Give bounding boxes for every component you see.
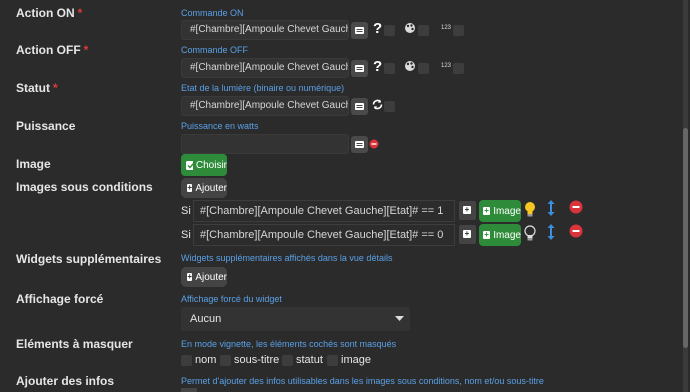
cond-row-2-image-button[interactable]: + Image (479, 224, 521, 246)
action-off-label: Action OFF * (16, 43, 89, 57)
widgets-label: Widgets supplémentaires (16, 252, 162, 266)
plus-icon: + (483, 230, 491, 239)
masquer-help: En mode vignette, les éléments cochés so… (181, 339, 397, 349)
cond-row-2-expression-input[interactable]: #[Chambre][Ampoule Chevet Gauche][Etat]#… (193, 224, 455, 246)
statut-select-cmd-button[interactable] (351, 98, 368, 115)
cond-row-1-move-icon[interactable] (547, 200, 555, 219)
choose-image-button[interactable]: Choisir (181, 154, 227, 176)
hide-sous-titre-checkbox[interactable] (220, 355, 231, 366)
list-icon (355, 27, 364, 34)
images-cond-label: Images sous conditions (16, 180, 153, 194)
action-on-checkbox[interactable] (384, 25, 395, 36)
cond-row-1-expression-input[interactable]: #[Chambre][Ampoule Chevet Gauche][Etat]#… (193, 200, 455, 222)
action-on-input[interactable]: #[Chambre][Ampoule Chevet Gauche][On]# (181, 20, 349, 40)
affichage-select[interactable]: Aucun (181, 307, 410, 331)
scrollbar-thumb[interactable] (683, 128, 688, 348)
caret-down-icon (395, 316, 404, 321)
action-off-numeric-checkbox[interactable] (453, 63, 464, 74)
action-off-numeric-icon[interactable]: 123 (441, 63, 451, 69)
statut-help: Etat de la lumière (binaire ou numérique… (181, 83, 345, 93)
puissance-input[interactable] (181, 134, 349, 154)
cond-row-1-image-button[interactable]: + Image (479, 200, 521, 222)
action-on-help-icon[interactable]: ? (373, 20, 382, 37)
check-square-icon (186, 160, 193, 170)
action-off-palette-checkbox[interactable] (418, 63, 429, 74)
add-condition-label: Ajouter (195, 182, 227, 194)
affichage-label: Affichage forcé (16, 292, 104, 306)
action-on-numeric-checkbox[interactable] (453, 25, 464, 36)
statut-input[interactable]: #[Chambre][Ampoule Chevet Gauche][Etat] (181, 96, 349, 116)
add-condition-button[interactable]: + Ajouter (181, 178, 227, 198)
cond-row-2-si: Si (181, 229, 191, 241)
action-off-input[interactable]: #[Chambre][Ampoule Chevet Gauche][Off]# (181, 58, 349, 78)
hide-image-label: image (341, 354, 371, 366)
cond-row-2-delete-icon[interactable] (569, 224, 583, 241)
hide-sous-titre-label: sous-titre (234, 354, 280, 366)
refresh-icon[interactable] (371, 98, 384, 114)
cond-row-1-si: Si (181, 205, 191, 217)
hide-nom-checkbox[interactable] (181, 355, 192, 366)
action-on-palette-checkbox[interactable] (418, 25, 429, 36)
affichage-selected-value: Aucun (190, 313, 222, 325)
action-on-palette-icon[interactable] (404, 22, 416, 37)
infos-help: Permet d'ajouter des infos utilisables d… (181, 376, 544, 386)
affichage-help: Affichage forcé du widget (181, 294, 282, 304)
action-off-select-cmd-button[interactable] (351, 60, 368, 77)
plus-icon: + (463, 229, 471, 238)
list-icon (355, 103, 364, 110)
action-on-label: Action ON * (16, 6, 83, 20)
cond-row-1-image-label: Image (493, 205, 521, 217)
infos-add-button-partial[interactable] (181, 388, 197, 392)
plus-icon: + (483, 206, 491, 215)
hide-statut-label: statut (296, 354, 323, 366)
hide-statut-checkbox[interactable] (282, 355, 293, 366)
puissance-select-cmd-button[interactable] (351, 136, 368, 153)
puissance-label: Puissance (16, 119, 76, 133)
bulb-off-icon (524, 225, 536, 245)
list-icon (355, 141, 364, 148)
action-on-help: Commande ON (181, 8, 244, 18)
choose-image-label: Choisir (195, 159, 227, 171)
hide-image-checkbox[interactable] (327, 355, 338, 366)
puissance-help: Puissance en watts (181, 121, 259, 131)
add-widget-button[interactable]: + Ajouter (181, 267, 227, 287)
image-label: Image (16, 157, 51, 171)
action-off-palette-icon[interactable] (404, 60, 416, 75)
statut-checkbox[interactable] (384, 101, 395, 112)
cond-row-1-delete-icon[interactable] (569, 200, 583, 217)
action-off-checkbox[interactable] (384, 63, 395, 74)
action-on-select-cmd-button[interactable] (351, 22, 368, 39)
action-off-help: Commande OFF (181, 45, 249, 55)
remove-circle-icon[interactable] (369, 138, 379, 152)
list-icon (355, 65, 364, 72)
bulb-on-icon (524, 201, 536, 221)
cond-row-2-image-label: Image (493, 229, 521, 241)
hide-nom-label: nom (195, 354, 217, 366)
cond-row-2-move-icon[interactable] (547, 224, 555, 243)
infos-label: Ajouter des infos (16, 374, 115, 388)
action-on-numeric-icon[interactable]: 123 (441, 25, 451, 31)
widgets-help: Widgets supplémentaires affichés dans la… (181, 253, 393, 263)
plus-icon: + (463, 205, 471, 214)
action-off-help-icon[interactable]: ? (373, 58, 382, 75)
masquer-label: Eléments à masquer (16, 337, 133, 351)
plus-icon: + (187, 183, 193, 192)
plus-icon: + (187, 272, 193, 281)
cond-row-1-add-cmd-button[interactable]: + (459, 201, 476, 220)
cond-row-2-add-cmd-button[interactable]: + (459, 225, 476, 244)
add-widget-label: Ajouter (195, 271, 227, 283)
statut-label: Statut * (16, 81, 58, 95)
